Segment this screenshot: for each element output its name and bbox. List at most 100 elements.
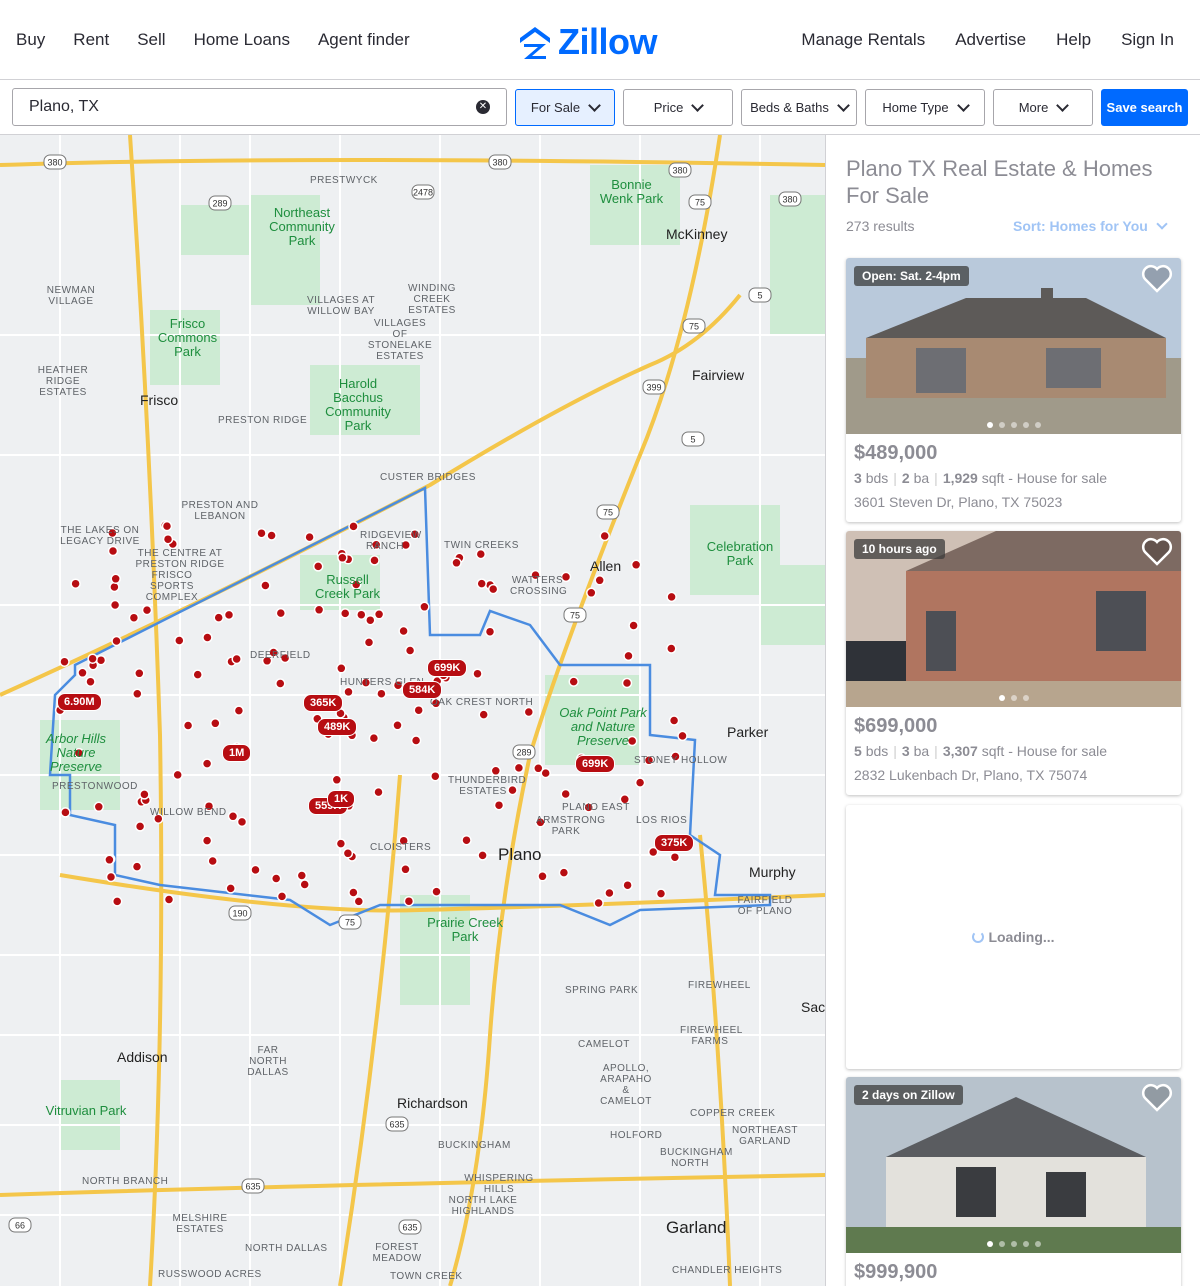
listing-marker[interactable] bbox=[398, 625, 409, 637]
listing-marker[interactable] bbox=[105, 871, 117, 883]
listing-marker[interactable] bbox=[348, 521, 359, 532]
nav-sell[interactable]: Sell bbox=[137, 30, 165, 50]
listing-marker[interactable] bbox=[365, 614, 376, 626]
listing-marker[interactable] bbox=[296, 870, 308, 881]
listing-marker[interactable] bbox=[593, 897, 604, 909]
beds-baths-filter-button[interactable]: Beds & Baths bbox=[741, 89, 857, 126]
listing-marker[interactable] bbox=[403, 895, 415, 907]
listing-marker[interactable] bbox=[276, 891, 288, 902]
listing-marker[interactable] bbox=[342, 848, 354, 859]
listing-marker[interactable] bbox=[270, 873, 282, 884]
listing-marker[interactable] bbox=[213, 612, 224, 623]
listing-marker[interactable] bbox=[353, 896, 365, 907]
listing-marker[interactable] bbox=[431, 886, 442, 897]
listing-marker[interactable] bbox=[599, 530, 610, 542]
listing-marker[interactable] bbox=[93, 801, 105, 813]
price-pin[interactable]: 699K bbox=[427, 659, 468, 677]
listing-marker[interactable] bbox=[225, 883, 236, 894]
search-input[interactable]: Plano, TX ✕ bbox=[12, 88, 507, 126]
listing-marker[interactable] bbox=[410, 735, 422, 746]
listing-marker[interactable] bbox=[109, 599, 121, 611]
listing-marker[interactable] bbox=[70, 578, 81, 589]
listing-marker[interactable] bbox=[537, 871, 548, 882]
nav-buy[interactable]: Buy bbox=[16, 30, 45, 50]
listing-marker[interactable] bbox=[363, 637, 375, 648]
listing-marker[interactable] bbox=[586, 587, 597, 599]
listing-marker[interactable] bbox=[666, 591, 677, 603]
price-pin[interactable]: 6.90M bbox=[57, 693, 102, 711]
listing-marker[interactable] bbox=[59, 656, 70, 667]
listing-marker[interactable] bbox=[223, 609, 235, 621]
listing-marker[interactable] bbox=[162, 533, 174, 545]
listing-marker[interactable] bbox=[392, 720, 403, 731]
listing-marker[interactable] bbox=[484, 626, 496, 637]
listing-marker[interactable] bbox=[85, 676, 96, 687]
listing-marker[interactable] bbox=[104, 854, 115, 866]
listing-marker[interactable] bbox=[132, 688, 143, 700]
nav-advertise[interactable]: Advertise bbox=[955, 30, 1026, 50]
save-search-button[interactable]: Save search bbox=[1101, 89, 1188, 126]
listing-marker[interactable] bbox=[131, 861, 143, 872]
listing-marker[interactable] bbox=[594, 575, 605, 586]
listing-marker[interactable] bbox=[134, 668, 145, 679]
listing-marker[interactable] bbox=[87, 653, 98, 664]
listing-marker[interactable] bbox=[369, 555, 380, 566]
listing-marker[interactable] bbox=[231, 653, 242, 665]
listing-marker[interactable] bbox=[373, 609, 385, 620]
listing-marker[interactable] bbox=[60, 807, 71, 818]
listing-marker[interactable] bbox=[430, 770, 441, 782]
listing-marker[interactable] bbox=[493, 799, 505, 811]
price-pin[interactable]: 365K bbox=[303, 694, 344, 712]
listing-marker[interactable] bbox=[604, 887, 615, 899]
price-pin[interactable]: 584K bbox=[402, 681, 443, 699]
listing-photo[interactable]: 10 hours ago bbox=[846, 531, 1181, 707]
listing-marker[interactable] bbox=[110, 573, 121, 585]
listing-marker[interactable] bbox=[400, 864, 411, 875]
listing-marker[interactable] bbox=[669, 851, 681, 863]
listing-card[interactable]: Open: Sat. 2-4pm $489,000 3 bds | 2 ba | 1,9… bbox=[846, 258, 1181, 522]
listing-marker[interactable] bbox=[630, 559, 642, 571]
listing-marker[interactable] bbox=[313, 604, 325, 616]
listing-marker[interactable] bbox=[236, 816, 248, 828]
listing-address[interactable]: 3601 Steven Dr, Plano, TX 75023 bbox=[854, 494, 1062, 510]
listing-marker[interactable] bbox=[478, 709, 489, 720]
listing-marker[interactable] bbox=[161, 520, 173, 532]
heart-icon[interactable] bbox=[1141, 537, 1173, 567]
price-pin[interactable]: 1M bbox=[222, 744, 252, 762]
listing-marker[interactable] bbox=[343, 686, 354, 698]
listing-marker[interactable] bbox=[634, 777, 646, 788]
heart-icon[interactable] bbox=[1141, 264, 1173, 294]
listing-marker[interactable] bbox=[476, 578, 487, 589]
listing-marker[interactable] bbox=[139, 789, 150, 800]
listing-marker[interactable] bbox=[666, 643, 677, 654]
price-pin[interactable]: 1K bbox=[327, 790, 356, 808]
listing-marker[interactable] bbox=[373, 786, 384, 798]
listing-marker[interactable] bbox=[451, 557, 462, 569]
listing-marker[interactable] bbox=[134, 821, 146, 832]
listing-marker[interactable] bbox=[331, 774, 343, 786]
listing-marker[interactable] bbox=[182, 720, 194, 731]
nav-home-loans[interactable]: Home Loans bbox=[194, 30, 290, 50]
price-filter-button[interactable]: Price bbox=[623, 89, 733, 126]
listing-marker[interactable] bbox=[668, 715, 680, 726]
listing-marker[interactable] bbox=[266, 530, 277, 541]
price-pin[interactable]: 375K bbox=[654, 834, 695, 852]
zillow-logo[interactable]: Zillow bbox=[518, 22, 658, 62]
listing-marker[interactable] bbox=[523, 706, 535, 718]
listing-marker[interactable] bbox=[560, 788, 571, 800]
listing-marker[interactable] bbox=[477, 850, 488, 861]
listing-marker[interactable] bbox=[192, 669, 203, 680]
listing-marker[interactable] bbox=[163, 894, 175, 905]
listing-marker[interactable] bbox=[107, 545, 119, 557]
listing-marker[interactable] bbox=[201, 835, 213, 846]
sort-dropdown[interactable]: Sort: Homes for You bbox=[1013, 217, 1168, 234]
nav-agent-finder[interactable]: Agent finder bbox=[318, 30, 410, 50]
price-pin[interactable]: 699K bbox=[575, 755, 616, 773]
listing-marker[interactable] bbox=[472, 668, 483, 679]
listing-marker[interactable] bbox=[141, 604, 153, 616]
nav-rent[interactable]: Rent bbox=[73, 30, 109, 50]
listing-marker[interactable] bbox=[655, 888, 667, 899]
more-filter-button[interactable]: More bbox=[993, 89, 1093, 126]
listing-marker[interactable] bbox=[260, 580, 271, 591]
listing-marker[interactable] bbox=[174, 635, 185, 646]
